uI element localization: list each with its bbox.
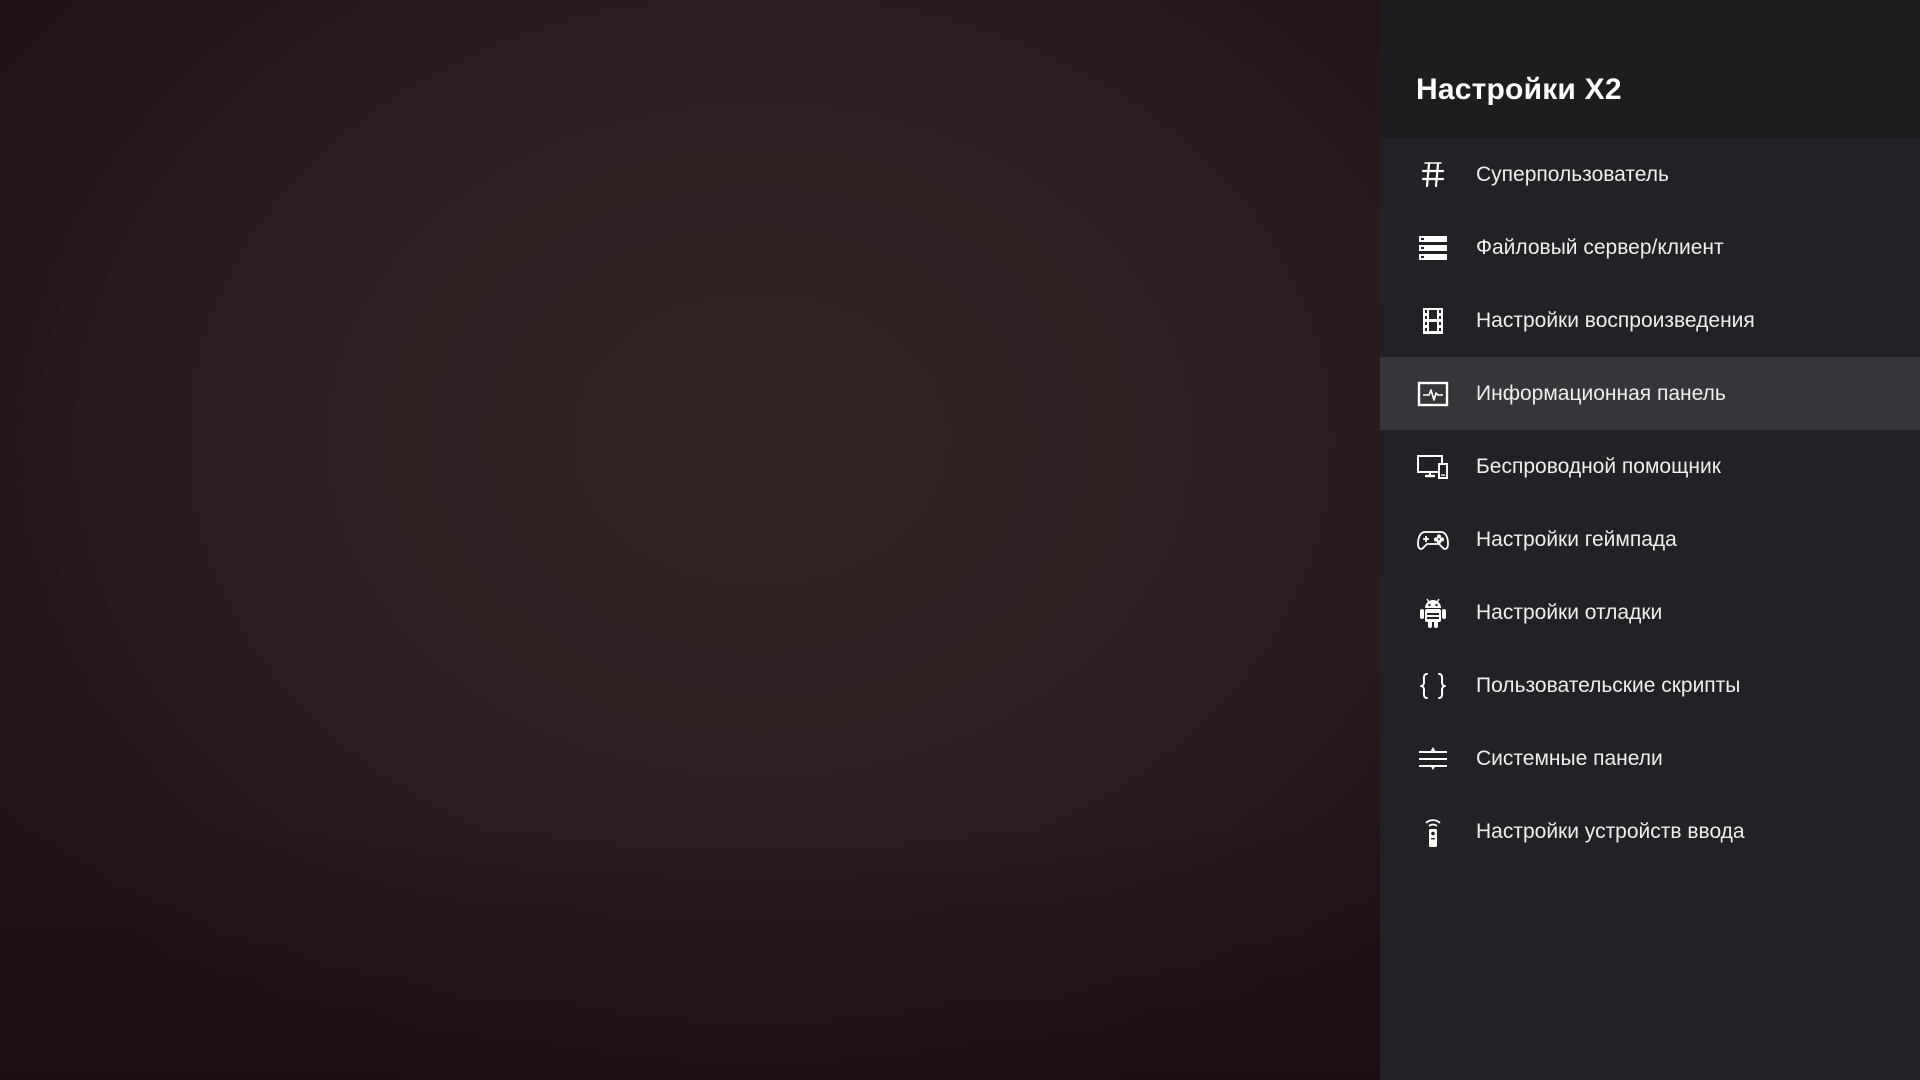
- screen: Настройки X2 Суперпользователь Файловый …: [0, 0, 1920, 1080]
- menu-item-input-devices[interactable]: Настройки устройств ввода: [1380, 795, 1920, 868]
- menu-item-label: Системные панели: [1476, 746, 1663, 770]
- menu-item-label: Беспроводной помощник: [1476, 454, 1721, 478]
- menu-item-label: Настройки геймпада: [1476, 527, 1677, 551]
- menu-item-label: Настройки устройств ввода: [1476, 819, 1745, 843]
- android-icon: [1416, 596, 1450, 630]
- menu-item-superuser[interactable]: Суперпользователь: [1380, 138, 1920, 211]
- background-wallpaper: [0, 0, 1380, 1080]
- menu-item-wireless-assistant[interactable]: Беспроводной помощник: [1380, 430, 1920, 503]
- menu-item-info-panel[interactable]: Информационная панель: [1380, 357, 1920, 430]
- settings-menu: Суперпользователь Файловый сервер/клиент: [1380, 138, 1920, 868]
- remote-icon: [1416, 815, 1450, 849]
- menu-item-label: Пользовательские скрипты: [1476, 673, 1741, 697]
- menu-item-label: Настройки воспроизведения: [1476, 308, 1755, 332]
- menu-item-label: Суперпользователь: [1476, 162, 1669, 186]
- devices-icon: [1416, 450, 1450, 484]
- menu-item-label: Информационная панель: [1476, 381, 1726, 405]
- panel-header: Настройки X2: [1380, 0, 1920, 138]
- hash-icon: [1416, 158, 1450, 192]
- film-icon: [1416, 304, 1450, 338]
- menu-item-user-scripts[interactable]: Пользовательские скрипты: [1380, 649, 1920, 722]
- sliders-icon: [1416, 742, 1450, 776]
- menu-item-debug-settings[interactable]: Настройки отладки: [1380, 576, 1920, 649]
- settings-panel: Настройки X2 Суперпользователь Файловый …: [1380, 0, 1920, 1080]
- panel-title: Настройки X2: [1416, 73, 1622, 106]
- menu-item-label: Настройки отладки: [1476, 600, 1663, 624]
- menu-item-playback-settings[interactable]: Настройки воспроизведения: [1380, 284, 1920, 357]
- menu-item-system-panels[interactable]: Системные панели: [1380, 722, 1920, 795]
- server-icon: [1416, 231, 1450, 265]
- menu-item-gamepad-settings[interactable]: Настройки геймпада: [1380, 503, 1920, 576]
- monitor-pulse-icon: [1416, 377, 1450, 411]
- gamepad-icon: [1416, 523, 1450, 557]
- braces-icon: [1416, 669, 1450, 703]
- menu-item-file-server[interactable]: Файловый сервер/клиент: [1380, 211, 1920, 284]
- menu-item-label: Файловый сервер/клиент: [1476, 235, 1724, 259]
